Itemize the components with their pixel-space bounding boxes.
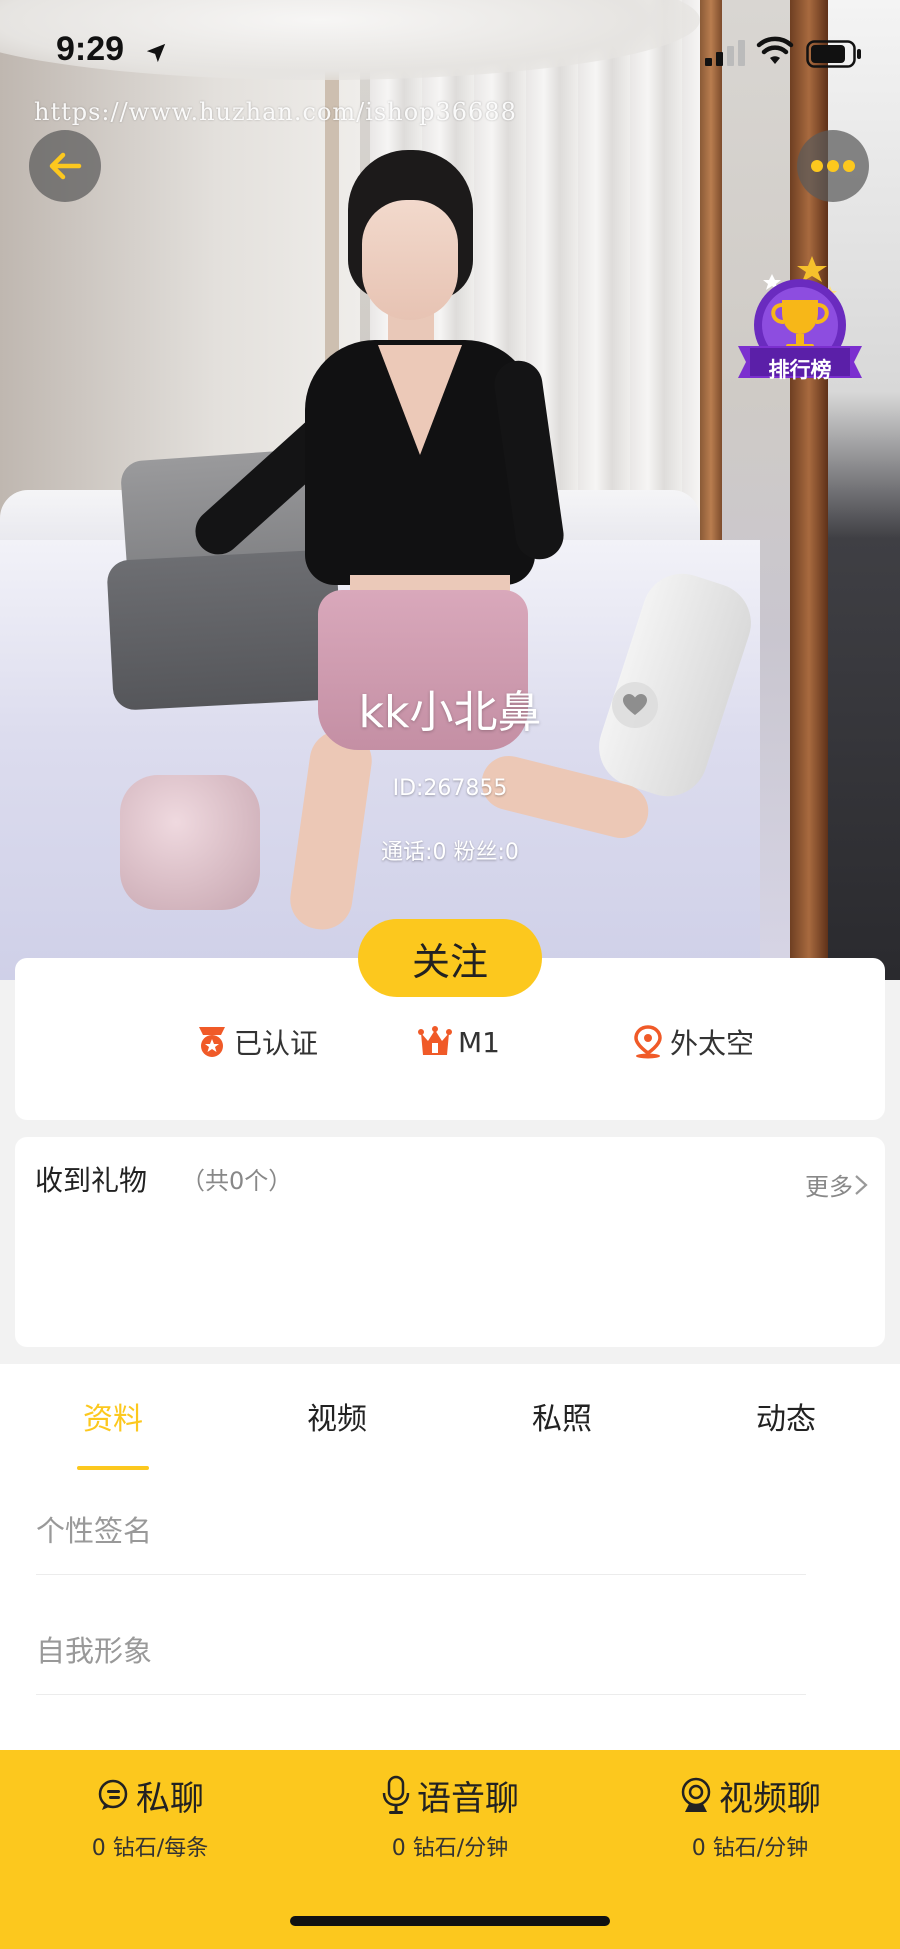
gifts-count: （共0个） xyxy=(181,1167,293,1195)
status-bar: 9:29 xyxy=(0,0,900,100)
level-badge: M1 xyxy=(418,1022,500,1062)
profile-cover-photo xyxy=(0,0,900,980)
gifts-more-label: 更多 xyxy=(805,1173,853,1201)
home-indicator[interactable] xyxy=(290,1916,610,1926)
private-chat-price: 0 钻石/每条 xyxy=(91,1836,209,1861)
video-chat-label: 视频聊 xyxy=(719,1778,821,1819)
battery-icon xyxy=(806,40,861,68)
arrow-left-icon xyxy=(49,152,82,180)
voice-chat-label: 语音聊 xyxy=(417,1778,519,1819)
voice-chat-button[interactable]: 语音聊 0 钻石/分钟 xyxy=(300,1768,600,1878)
cellular-signal-icon xyxy=(705,40,745,66)
private-chat-label: 私聊 xyxy=(136,1778,204,1819)
video-chat-button[interactable]: 视频聊 0 钻石/分钟 xyxy=(600,1768,900,1878)
more-dots-icon xyxy=(811,160,855,172)
like-button[interactable] xyxy=(612,682,658,728)
user-id: ID:267855 xyxy=(392,776,508,801)
video-chat-price: 0 钻石/分钟 xyxy=(691,1836,809,1861)
verified-medal-icon xyxy=(199,1027,225,1057)
tab-profile-info[interactable]: 资料 xyxy=(43,1394,183,1438)
follow-button[interactable]: 关注 xyxy=(358,919,542,997)
location-arrow-icon xyxy=(146,43,166,63)
tab-private-photos[interactable]: 私照 xyxy=(492,1394,632,1438)
watermark-text: https://www.huzhan.com/ishop36688 xyxy=(34,98,517,126)
location-badge: 外太空 xyxy=(632,1022,754,1062)
crown-icon xyxy=(418,1026,452,1055)
status-time: 9:29 xyxy=(56,30,125,68)
location-pin-icon xyxy=(634,1025,662,1059)
user-nickname: kk小北鼻 xyxy=(358,687,542,738)
location-label: 外太空 xyxy=(670,1027,755,1060)
voice-chat-price: 0 钻石/分钟 xyxy=(391,1836,509,1861)
private-chat-button[interactable]: 私聊 0 钻石/每条 xyxy=(0,1768,300,1878)
gifts-more-link[interactable]: 更多 xyxy=(805,1167,869,1202)
tab-videos[interactable]: 视频 xyxy=(267,1394,407,1438)
profile-details-list: 个性签名 自我形象 xyxy=(0,1484,900,1750)
self-image-field[interactable]: 自我形象 xyxy=(36,1604,806,1695)
leaderboard-label: 排行榜 xyxy=(768,358,832,382)
microphone-icon xyxy=(382,1775,410,1814)
wifi-icon xyxy=(756,36,794,64)
heart-icon xyxy=(623,694,647,715)
back-button[interactable] xyxy=(29,130,101,202)
received-gifts-card: 收到礼物 （共0个） 更多 xyxy=(15,1137,885,1347)
verified-badge: 已认证 xyxy=(196,1022,318,1062)
leaderboard-badge[interactable]: 排行榜 xyxy=(730,250,870,400)
chevron-right-icon xyxy=(855,1174,868,1195)
more-options-button[interactable] xyxy=(797,130,869,202)
tab-moments[interactable]: 动态 xyxy=(716,1394,856,1438)
verified-label: 已认证 xyxy=(234,1027,319,1060)
user-stats: 通话:0 粉丝:0 xyxy=(381,840,519,865)
tab-active-indicator xyxy=(77,1466,149,1470)
profile-screen: 9:29 https://www.huzhan.com/ishop36688 排… xyxy=(0,0,900,1949)
camera-icon xyxy=(681,1777,711,1812)
profile-tabs: 资料 视频 私照 动态 xyxy=(0,1364,900,1484)
signature-field[interactable]: 个性签名 xyxy=(36,1484,806,1575)
level-label: M1 xyxy=(458,1025,500,1059)
gifts-title: 收到礼物 xyxy=(35,1164,148,1197)
chat-bubble-icon xyxy=(98,1779,128,1810)
